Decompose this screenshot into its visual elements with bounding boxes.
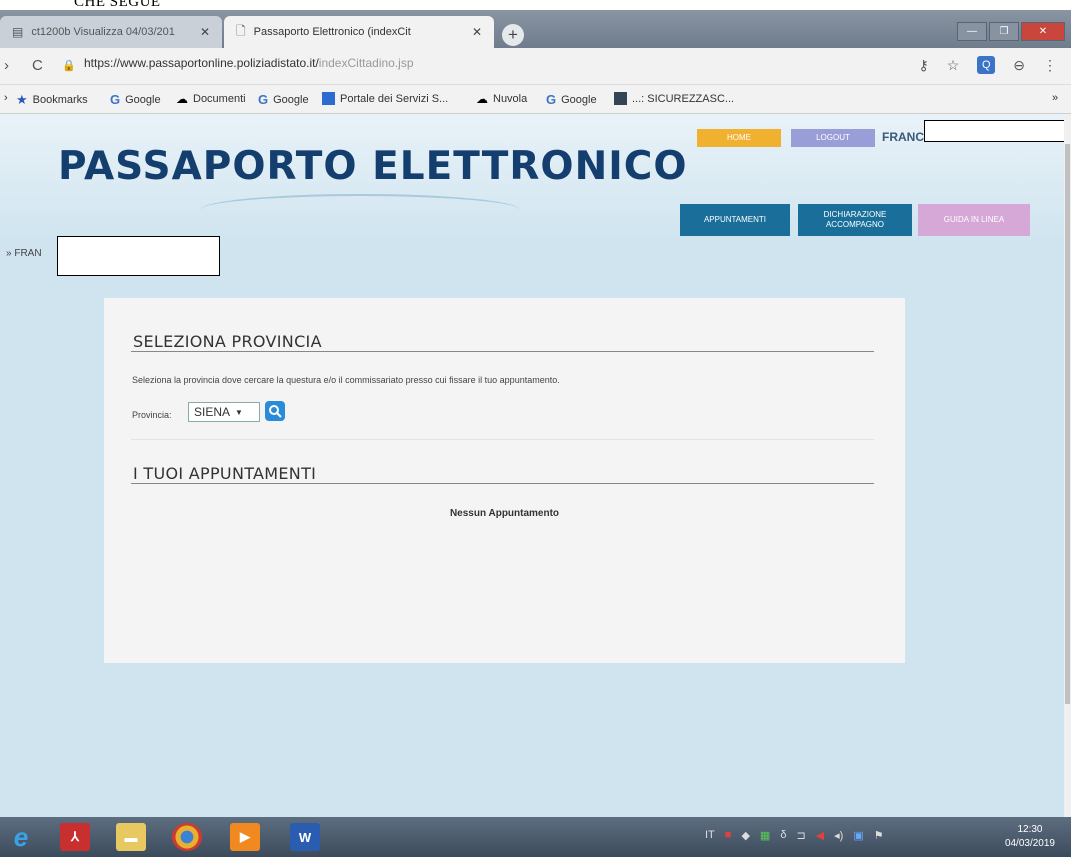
google-icon: G — [110, 92, 121, 107]
provincia-instructions: Seleziona la provincia dove cercare la q… — [132, 375, 560, 385]
folder-icon[interactable]: ▬ — [116, 823, 146, 851]
divider — [131, 351, 874, 352]
cloud-icon: ☁ — [176, 92, 188, 106]
chrome-icon[interactable] — [172, 823, 202, 851]
more-bookmarks-icon[interactable]: » — [1052, 92, 1058, 104]
maximize-button[interactable]: ❐ — [989, 22, 1019, 41]
key-icon[interactable]: ⚷ — [918, 57, 928, 74]
window-controls: — ❐ ✕ — [957, 22, 1065, 41]
page: PASSAPORTO ELETTRONICO HOME LOGOUT FRANC… — [0, 114, 1070, 817]
redaction-box — [57, 236, 220, 276]
site-title: PASSAPORTO ELETTRONICO — [58, 144, 688, 189]
dichiarazione-button[interactable]: DICHIARAZIONE ACCOMPAGNO — [798, 204, 912, 236]
divider — [131, 439, 874, 440]
address-icons: ⚷ ☆ Q ⊖ ⋮ — [918, 56, 1057, 74]
close-icon[interactable]: ✕ — [200, 25, 210, 39]
clock-date: 04/03/2019 — [1004, 838, 1055, 849]
url-field[interactable]: https://www.passaportonline.poliziadista… — [84, 56, 414, 70]
system-tray: IT ■ ◆ ▦ δ ⊐ ◀ ◂) ▣ ⚑ — [705, 829, 884, 842]
appuntamenti-title: I TUOI APPUNTAMENTI — [133, 464, 317, 483]
scrollbar[interactable] — [1064, 114, 1071, 817]
url-path: indexCittadino.jsp — [318, 56, 414, 70]
appuntamenti-button[interactable]: APPUNTAMENTI — [680, 204, 790, 236]
minimize-button[interactable]: — — [957, 22, 987, 41]
star-icon: ★ — [16, 92, 28, 107]
address-bar: › C 🔒 https://www.passaportonline.polizi… — [0, 48, 1071, 85]
taskbar: e ⅄ ▬ ▶ W IT ■ ◆ ▦ δ ⊐ ◀ ◂) ▣ ⚑ 12:30 04… — [0, 817, 1071, 857]
bookmarks-arrow-icon: › — [4, 92, 8, 104]
empty-message: Nessun Appuntamento — [449, 508, 560, 519]
bookmark-google[interactable]: G Google — [110, 92, 161, 107]
extension-icon[interactable]: Q — [977, 56, 996, 74]
divider — [131, 483, 874, 484]
media-player-icon[interactable]: ▶ — [230, 823, 260, 851]
header-decoration — [200, 194, 520, 226]
close-icon[interactable]: ✕ — [472, 25, 482, 39]
flag-icon[interactable]: ⚑ — [874, 829, 884, 842]
portal-icon — [322, 92, 335, 105]
volume-icon[interactable]: ◂) — [834, 829, 843, 842]
clock[interactable]: 12:30 04/03/2019 — [1005, 823, 1055, 851]
breadcrumb-user: » FRAN — [6, 248, 42, 259]
tray-icon[interactable]: ■ — [725, 829, 732, 842]
page-icon: ▤ — [12, 25, 24, 39]
ie-icon[interactable]: e — [6, 822, 36, 852]
redaction-box — [924, 120, 1070, 142]
tray-icon[interactable]: ▣ — [853, 829, 863, 842]
cloud-icon: ☁ — [476, 92, 488, 106]
url-main: https://www.passaportonline.poliziadista… — [84, 56, 319, 70]
folder-icon — [614, 92, 627, 105]
tray-icon[interactable]: ◀ — [816, 829, 824, 842]
tab-label: Passaporto Elettronico (indexCit — [253, 26, 411, 38]
new-tab-button[interactable]: + — [502, 24, 524, 46]
tray-icon[interactable]: ◆ — [741, 829, 749, 842]
bookmark-nuvola[interactable]: ☁ Nuvola — [476, 92, 527, 106]
dropdown-arrow-icon: ▼ — [235, 407, 243, 417]
main-panel: SELEZIONA PROVINCIA Seleziona la provinc… — [104, 298, 905, 663]
logout-button[interactable]: LOGOUT — [791, 129, 875, 147]
provincia-label: Provincia: — [132, 410, 172, 420]
user-name: FRANC — [882, 130, 924, 144]
guida-button[interactable]: GUIDA IN LINEA — [918, 204, 1030, 236]
search-icon — [269, 405, 282, 418]
profile-icon[interactable]: ⊖ — [1013, 57, 1025, 74]
forward-icon[interactable]: › — [4, 57, 9, 74]
browser-tabstrip: ▤ ct1200b Visualizza 04/03/201 ✕ 🗋 Passa… — [0, 10, 1071, 48]
reload-icon[interactable]: C — [32, 57, 43, 74]
site-header: PASSAPORTO ELETTRONICO HOME LOGOUT FRANC… — [0, 114, 1070, 249]
google-icon: G — [258, 92, 269, 107]
tab-visualizza[interactable]: ▤ ct1200b Visualizza 04/03/201 ✕ — [0, 16, 222, 48]
bookmark-portale[interactable]: Portale dei Servizi S... — [322, 92, 448, 105]
menu-icon[interactable]: ⋮ — [1043, 57, 1057, 74]
lock-icon: 🔒 — [62, 60, 76, 72]
provincia-select[interactable]: SIENA ▼ — [188, 402, 260, 422]
bookmarks-bar: › ★ Bookmarks G Google ☁ Documenti G Google … — [0, 85, 1071, 114]
google-icon: G — [546, 92, 557, 107]
tab-label: ct1200b Visualizza 04/03/201 — [31, 26, 175, 38]
bookmark-google[interactable]: G Google — [258, 92, 309, 107]
tray-icon[interactable]: ▦ — [760, 829, 770, 842]
star-icon[interactable]: ☆ — [947, 57, 960, 74]
search-button[interactable] — [265, 401, 285, 421]
home-button[interactable]: HOME — [697, 129, 781, 147]
scrollbar-thumb[interactable] — [1065, 144, 1070, 704]
tray-icon[interactable]: δ — [780, 829, 786, 842]
acrobat-icon[interactable]: ⅄ — [60, 823, 90, 851]
bookmark-sicurezza[interactable]: ...: SICUREZZASC... — [614, 92, 734, 105]
tab-passaporto[interactable]: 🗋 Passaporto Elettronico (indexCit ✕ — [224, 16, 494, 48]
close-window-button[interactable]: ✕ — [1021, 22, 1065, 41]
word-icon[interactable]: W — [290, 823, 320, 851]
bookmark-documenti[interactable]: ☁ Documenti — [176, 92, 246, 106]
page-icon: 🗋 — [236, 23, 246, 38]
clock-time: 12:30 — [1017, 824, 1043, 835]
language-indicator[interactable]: IT — [705, 829, 715, 842]
bookmark-google[interactable]: G Google — [546, 92, 597, 107]
tray-icon[interactable]: ⊐ — [796, 829, 805, 842]
provincia-title: SELEZIONA PROVINCIA — [133, 332, 322, 351]
bookmark-bookmarks[interactable]: ★ Bookmarks — [16, 92, 88, 108]
